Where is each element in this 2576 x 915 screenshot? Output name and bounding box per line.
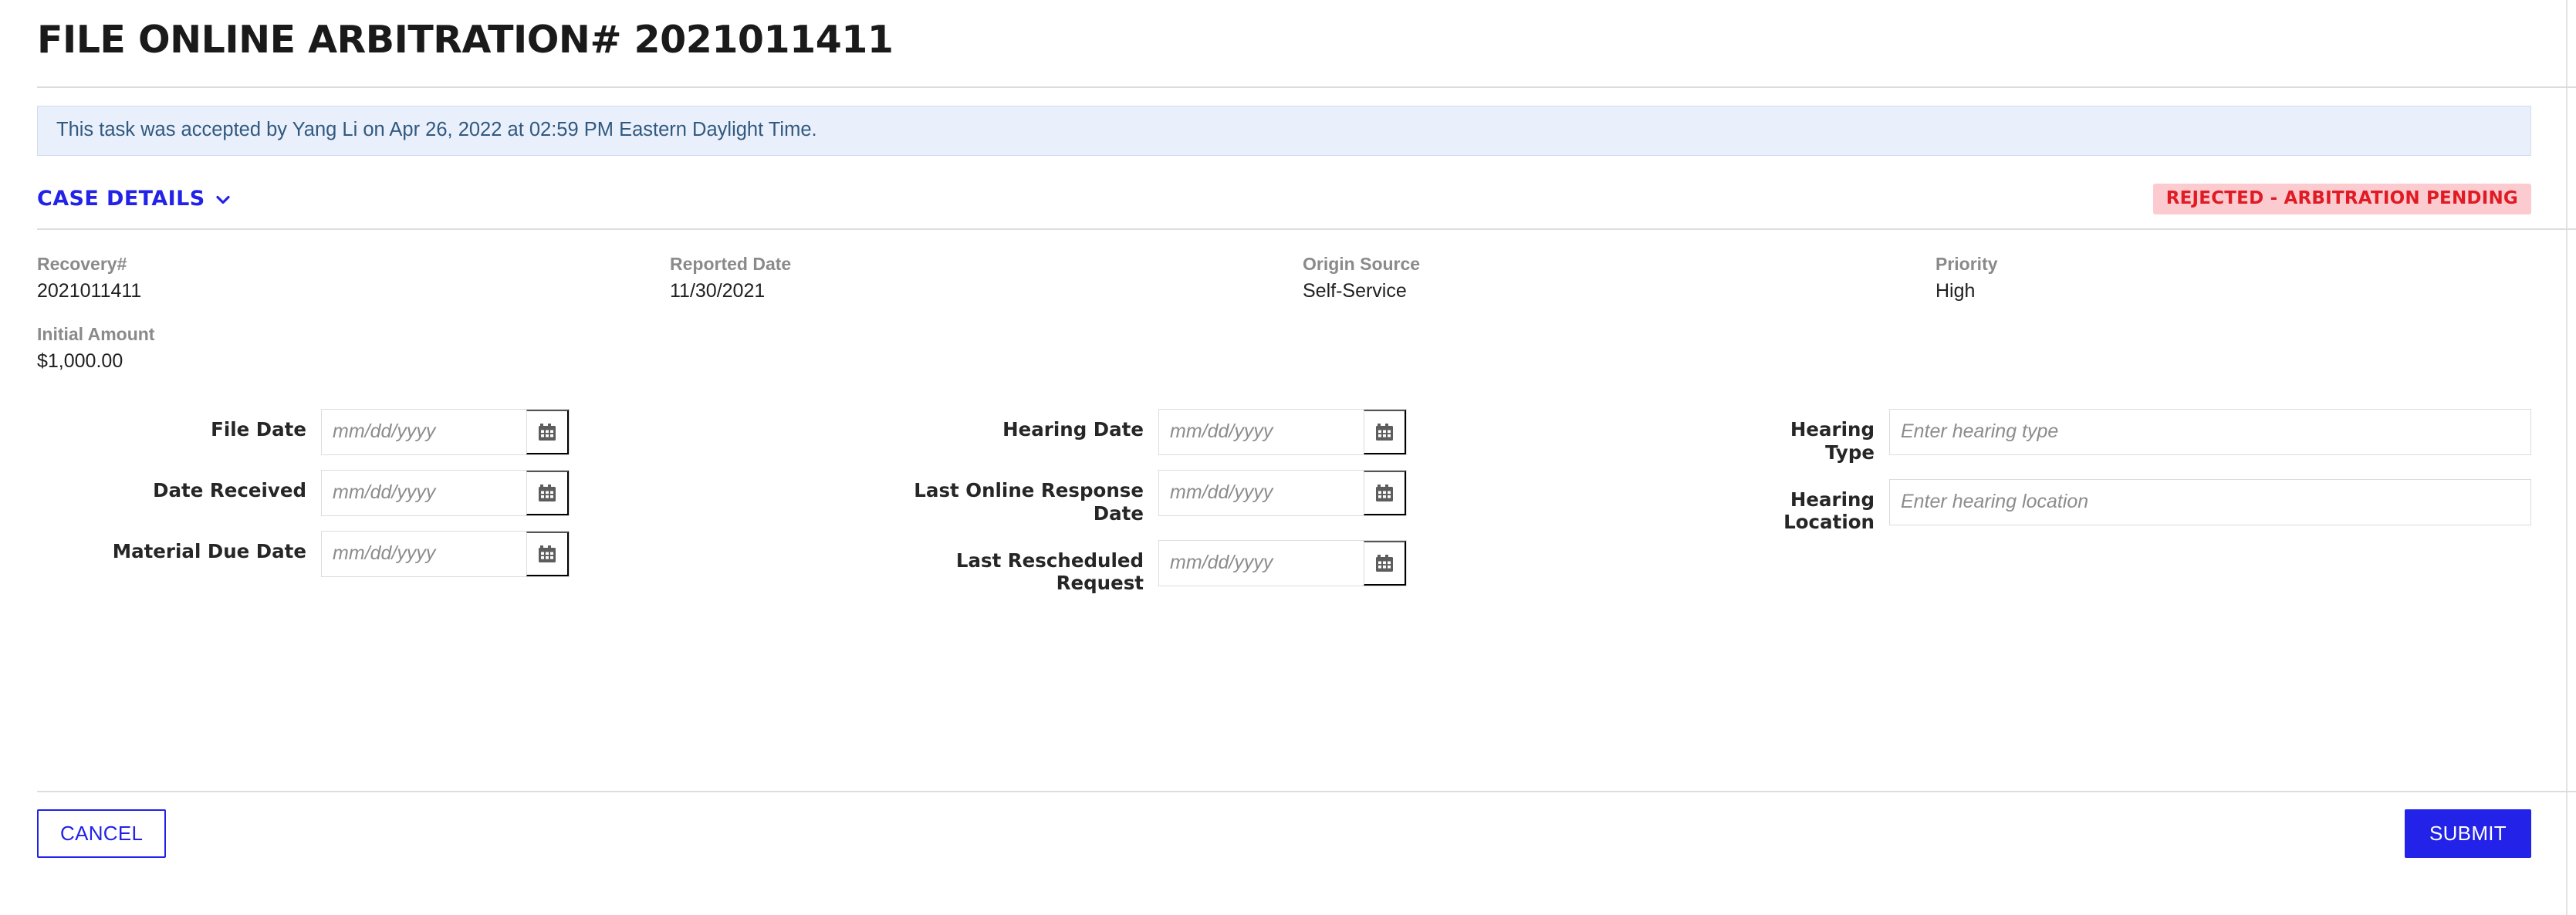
alert-message: This task was accepted by Yang Li on Apr… (56, 118, 817, 140)
field-label: Hearing Date (1002, 417, 1144, 441)
file-date-input-group[interactable] (321, 408, 570, 455)
field-hearing-type: Hearing Type (1758, 408, 2531, 464)
detail-label: Recovery# (37, 253, 127, 274)
hearing-date-input[interactable] (1159, 409, 1364, 454)
detail-reported-date: Reported Date 11/30/2021 (670, 253, 1303, 303)
detail-initial-amount: Initial Amount $1,000.00 (37, 323, 670, 373)
hearing-date-input-group[interactable] (1158, 408, 1407, 455)
chevron-down-icon[interactable] (215, 191, 232, 208)
calendar-icon[interactable] (526, 531, 569, 576)
detail-value: 11/30/2021 (670, 279, 766, 302)
form-column-dates: File Date mm/dd/yyyy Date Received mm/dd… (37, 408, 570, 592)
page-root: FILE ONLINE ARBITRATION# 2021011411 This… (0, 0, 2576, 915)
field-label: File Date (211, 417, 306, 441)
title-divider (37, 86, 2576, 88)
field-label: Material Due Date (112, 539, 306, 562)
detail-label: Priority (1935, 253, 1998, 274)
field-hearing-location: Hearing Location (1758, 478, 2531, 535)
case-details-toggle[interactable]: CASE DETAILS (37, 188, 232, 209)
last-online-response-date-input-group[interactable] (1158, 469, 1407, 516)
field-label: Last Rescheduled Request (955, 549, 1144, 595)
form-actions: CANCEL SUBMIT (37, 809, 2531, 858)
case-details-grid: Recovery# 2021011411 Reported Date 11/30… (37, 253, 2531, 373)
last-rescheduled-request-input-group[interactable] (1158, 539, 1407, 586)
page-content: FILE ONLINE ARBITRATION# 2021011411 This… (37, 0, 2576, 602)
form-column-hearing-info: Hearing Type Hearing Location (1758, 408, 2531, 549)
field-date-received: Date Received (37, 469, 570, 516)
detail-label: Reported Date (670, 253, 792, 274)
detail-label: Origin Source (1303, 253, 1421, 274)
detail-recovery-number: Recovery# 2021011411 (37, 253, 670, 303)
right-scroll-gutter (2566, 0, 2576, 915)
detail-value: High (1935, 279, 1976, 302)
case-details-header: CASE DETAILS REJECTED - ARBITRATION PEND… (37, 182, 2531, 216)
hearing-type-input-group[interactable] (1889, 408, 2531, 455)
detail-value: $1,000.00 (37, 349, 123, 372)
detail-value: 2021011411 (37, 279, 142, 302)
detail-value: Self-Service (1303, 279, 1407, 302)
status-badge: REJECTED - ARBITRATION PENDING (2152, 183, 2531, 214)
date-received-input-group[interactable] (321, 469, 570, 516)
field-file-date: File Date (37, 408, 570, 455)
cancel-button[interactable]: CANCEL (37, 809, 167, 858)
field-label: Hearing Type (1790, 417, 1875, 464)
footer-divider (37, 791, 2576, 792)
hearing-type-input[interactable] (1890, 409, 2530, 454)
section-title-case-details: CASE DETAILS (37, 187, 205, 211)
last-rescheduled-request-input[interactable] (1159, 540, 1364, 586)
calendar-icon[interactable] (526, 470, 569, 515)
field-hearing-date: Hearing Date (880, 408, 1407, 455)
calendar-icon[interactable] (1364, 470, 1406, 515)
submit-button[interactable]: SUBMIT (2404, 809, 2531, 858)
date-received-input[interactable] (322, 470, 526, 515)
calendar-icon[interactable] (526, 409, 569, 454)
detail-priority: Priority High (1935, 253, 2531, 303)
file-date-input[interactable] (322, 409, 526, 454)
last-online-response-date-input[interactable] (1159, 470, 1364, 515)
case-details-divider (37, 228, 2576, 230)
task-accepted-alert: This task was accepted by Yang Li on Apr… (37, 105, 2531, 156)
page-title: FILE ONLINE ARBITRATION# 2021011411 (37, 18, 894, 62)
field-last-rescheduled-request: Last Rescheduled Request (880, 539, 1407, 596)
calendar-icon[interactable] (1364, 409, 1406, 454)
field-label: Date Received (153, 478, 306, 501)
field-label: Hearing Location (1783, 488, 1875, 534)
hearing-location-input[interactable] (1890, 479, 2530, 525)
calendar-icon[interactable] (1364, 540, 1406, 586)
form-column-hearing-dates: Hearing Date mm/dd/yyyy Last Online Resp… (880, 408, 1407, 610)
field-material-due-date: Material Due Date (37, 530, 570, 577)
material-due-date-input[interactable] (322, 531, 526, 576)
detail-origin-source: Origin Source Self-Service (1303, 253, 1935, 303)
hearing-location-input-group[interactable] (1889, 478, 2531, 525)
detail-label: Initial Amount (37, 323, 155, 344)
material-due-date-input-group[interactable] (321, 530, 570, 577)
field-label: Last Online Response Date (914, 478, 1144, 525)
field-last-online-response-date: Last Online Response Date (880, 469, 1407, 525)
arbitration-form: File Date mm/dd/yyyy Date Received mm/dd… (37, 408, 2531, 602)
